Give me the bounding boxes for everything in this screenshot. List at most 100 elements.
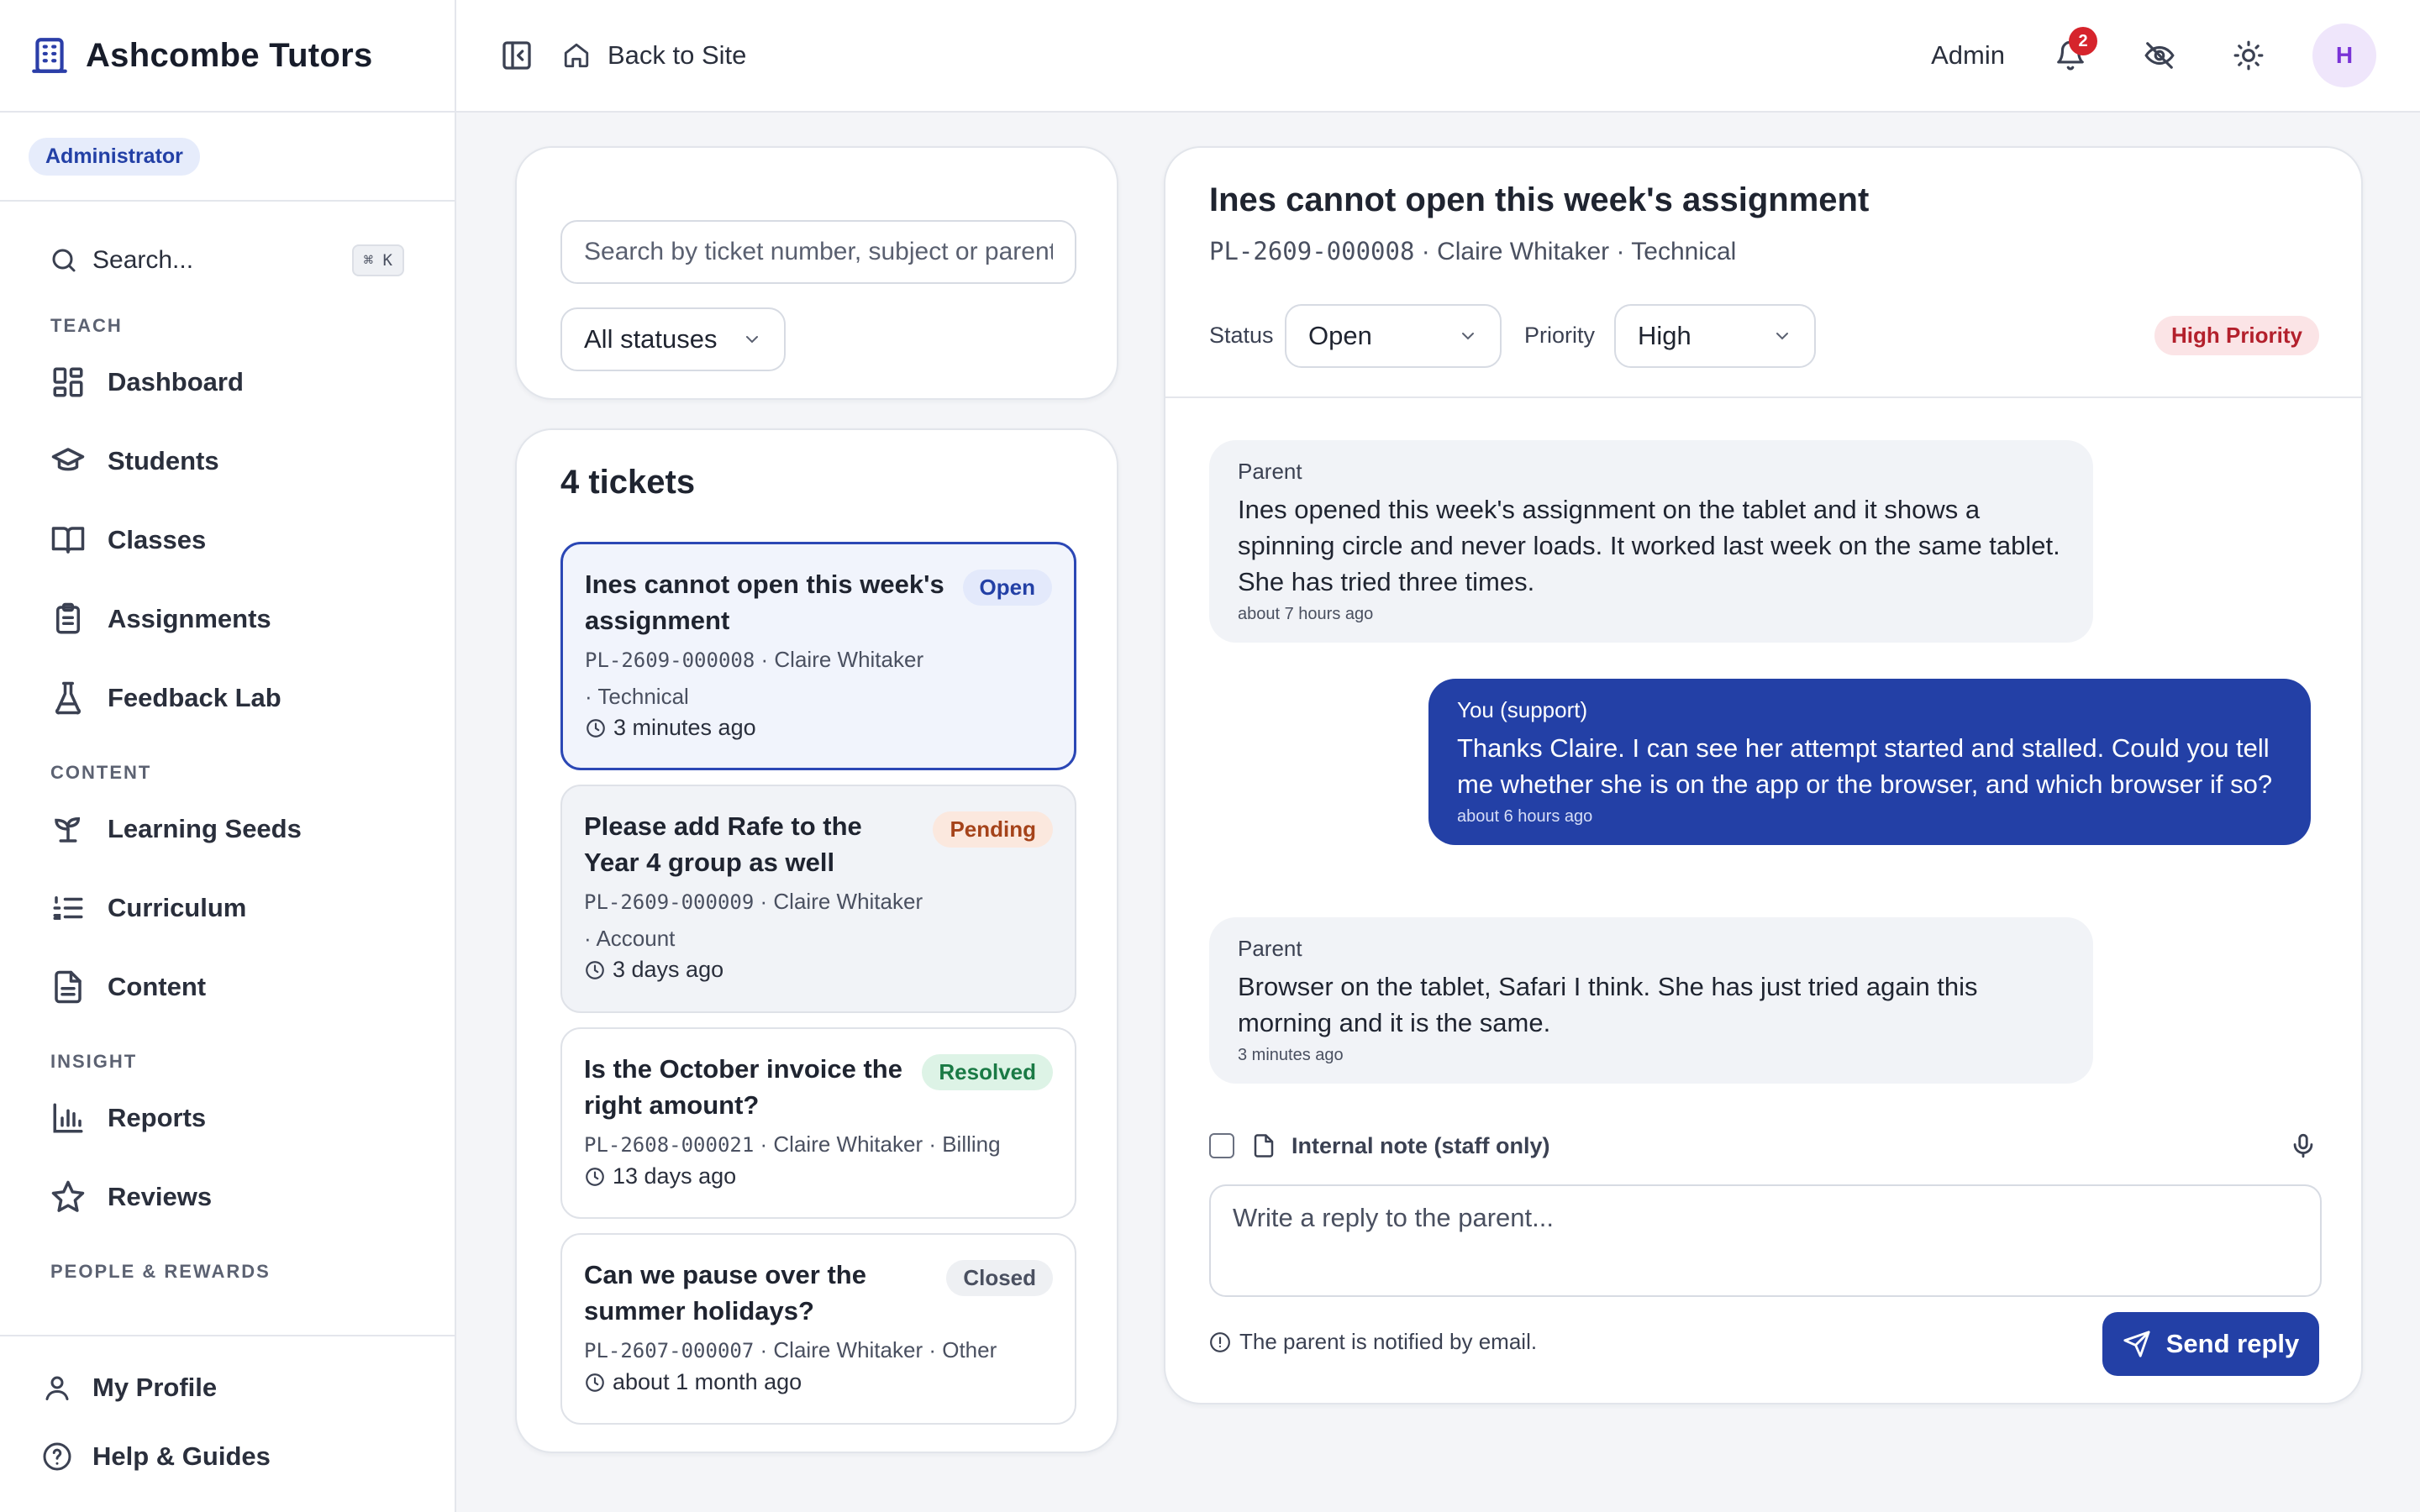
clock-icon <box>587 718 605 738</box>
microphone-icon[interactable] <box>2289 1131 2317 1160</box>
ticket-search-input[interactable] <box>560 220 1076 284</box>
priority-label: Priority <box>1524 323 1596 348</box>
ticket-code: PL-2609-000008 <box>1209 237 1415 265</box>
status-select[interactable]: Open <box>1285 304 1502 368</box>
ticket-item[interactable]: Can we pause over the summer holidays? C… <box>560 1233 1076 1425</box>
sidebar-item-label: My Profile <box>92 1373 218 1402</box>
sidebar-item-label: Reviews <box>108 1182 213 1211</box>
status-badge: Open <box>962 570 1052 606</box>
ticket-meta-rest: · Claire Whitaker · Billing <box>754 1131 1001 1157</box>
theme-toggle-button[interactable] <box>2223 30 2274 81</box>
shortcut-hint: ⌘ K <box>351 244 404 276</box>
send-icon <box>2123 1331 2150 1357</box>
ticket-category: · Technical <box>585 684 689 709</box>
section-title-people-rewards: PEOPLE & REWARDS <box>50 1261 271 1282</box>
notifications-button[interactable]: 2 <box>2045 27 2097 81</box>
ticket-code: PL-2609-000008 <box>585 648 755 672</box>
sidebar-item-curriculum[interactable]: Curriculum <box>0 869 455 948</box>
ticket-count: 4 tickets <box>560 464 696 501</box>
sidebar-item-assignments[interactable]: Assignments <box>0 580 455 659</box>
sidebar-search[interactable]: Search... ⌘ K <box>0 212 455 309</box>
graduation-cap-icon <box>51 448 85 471</box>
role-badge: Administrator <box>29 137 200 176</box>
filter-card: All statuses <box>515 146 1118 400</box>
ticket-detail-card: Ines cannot open this week's assignment … <box>1164 146 2363 1404</box>
chevron-down-icon <box>1462 333 1474 340</box>
sidebar-item-my-profile[interactable]: My Profile <box>0 1353 455 1422</box>
internal-note-label[interactable]: Internal note (staff only) <box>1292 1133 2289 1159</box>
user-icon <box>45 1376 69 1400</box>
message-parent: Parent Ines opened this week's assignmen… <box>1209 440 2093 643</box>
ticket-meta: PL-2609-000009 · Claire Whitaker · Accoun… <box>584 884 1053 957</box>
dashboard-icon <box>53 367 83 397</box>
clock-icon <box>586 1373 604 1392</box>
ticket-item[interactable]: Please add Rafe to the Year 4 group as w… <box>560 785 1076 1013</box>
sidebar-item-feedback-lab[interactable]: Feedback Lab <box>0 659 455 738</box>
bar-chart-icon <box>53 1103 83 1133</box>
sidebar-item-help-guides[interactable]: Help & Guides <box>0 1422 455 1491</box>
sidebar-item-students[interactable]: Students <box>0 422 455 501</box>
priority-select[interactable]: High <box>1614 304 1816 368</box>
ticket-time: 3 days ago <box>584 957 1053 983</box>
sidebar-item-label: Dashboard <box>108 367 244 396</box>
privacy-toggle-button[interactable] <box>2134 30 2185 81</box>
sidebar-toggle-icon[interactable] <box>500 39 534 72</box>
ticket-detail-title: Ines cannot open this week's assignment <box>1209 181 1870 218</box>
sidebar-item-label: Curriculum <box>108 893 247 922</box>
ticket-meta-rest: · Claire Whitaker · Other <box>754 1337 997 1362</box>
chevron-down-icon <box>1776 333 1788 340</box>
ticket-title: Please add Rafe to the Year 4 group as w… <box>584 811 862 877</box>
status-badge: Resolved <box>922 1054 1053 1090</box>
help-circle-icon <box>43 1442 71 1471</box>
ticket-list-card: 4 tickets Ines cannot open this week's a… <box>515 428 1118 1453</box>
ticket-time-label: 3 days ago <box>613 957 724 982</box>
send-reply-button[interactable]: Send reply <box>2102 1312 2319 1376</box>
ticket-meta-rest: · Claire Whitaker <box>754 889 923 914</box>
ticket-meta: PL-2608-000021 · Claire Whitaker · Billi… <box>584 1126 1053 1163</box>
sidebar-item-reviews[interactable]: Reviews <box>0 1158 455 1236</box>
status-badge: Closed <box>946 1260 1053 1296</box>
ticket-code: PL-2609-000009 <box>584 890 755 914</box>
book-icon <box>51 527 85 554</box>
ticket-item[interactable]: Ines cannot open this week's assignment … <box>560 542 1076 770</box>
sidebar-item-learning-seeds[interactable]: Learning Seeds <box>0 790 455 869</box>
message-author: Parent <box>1238 459 1302 484</box>
status-filter-select[interactable]: All statuses <box>560 307 786 371</box>
send-reply-label: Send reply <box>2165 1329 2300 1358</box>
reply-textarea[interactable] <box>1209 1184 2322 1297</box>
ticket-code: PL-2608-000021 <box>584 1133 755 1157</box>
star-icon <box>51 1180 85 1212</box>
sidebar-item-reports[interactable]: Reports <box>0 1079 455 1158</box>
back-to-site-link[interactable]: Back to Site <box>562 40 746 71</box>
chevron-down-icon <box>746 336 758 344</box>
ticket-time-label: 13 days ago <box>613 1163 737 1189</box>
message-body: Thanks Claire. I can see her attempt sta… <box>1457 733 2273 799</box>
ticket-time-label: 3 minutes ago <box>613 715 756 740</box>
ticket-item[interactable]: Is the October invoice the right amount?… <box>560 1027 1076 1219</box>
sidebar-item-dashboard[interactable]: Dashboard <box>0 343 455 422</box>
sidebar-item-classes[interactable]: Classes <box>0 501 455 580</box>
file-text-icon <box>55 970 82 1004</box>
sidebar-item-content[interactable]: Content <box>0 948 455 1026</box>
brand[interactable]: Ashcombe Tutors <box>0 0 455 113</box>
ticket-category: · Account <box>584 926 676 951</box>
sidebar-item-label: Feedback Lab <box>108 683 281 712</box>
message-body: Browser on the tablet, Safari I think. S… <box>1238 972 1978 1037</box>
ticket-meta: PL-2607-000007 · Claire Whitaker · Other <box>584 1332 1053 1369</box>
avatar[interactable]: H <box>2312 24 2376 87</box>
eye-off-icon <box>2144 42 2175 69</box>
message-author: You (support) <box>1457 697 1588 722</box>
status-badge: Pending <box>933 811 1053 848</box>
message-body: Ines opened this week's assignment on th… <box>1238 495 2060 596</box>
sidebar-item-label: Classes <box>108 525 207 554</box>
home-icon <box>564 43 589 68</box>
internal-note-checkbox[interactable] <box>1209 1133 1234 1158</box>
message-author: Parent <box>1238 936 1302 961</box>
back-to-site-label: Back to Site <box>608 40 747 70</box>
ticket-code: PL-2607-000007 <box>584 1339 755 1362</box>
notification-count-badge: 2 <box>2069 27 2097 55</box>
building-icon <box>32 38 67 73</box>
admin-label: Admin <box>1931 40 2005 70</box>
sidebar: Ashcombe Tutors Administrator Search... … <box>0 0 456 1512</box>
sun-icon <box>2233 40 2264 71</box>
